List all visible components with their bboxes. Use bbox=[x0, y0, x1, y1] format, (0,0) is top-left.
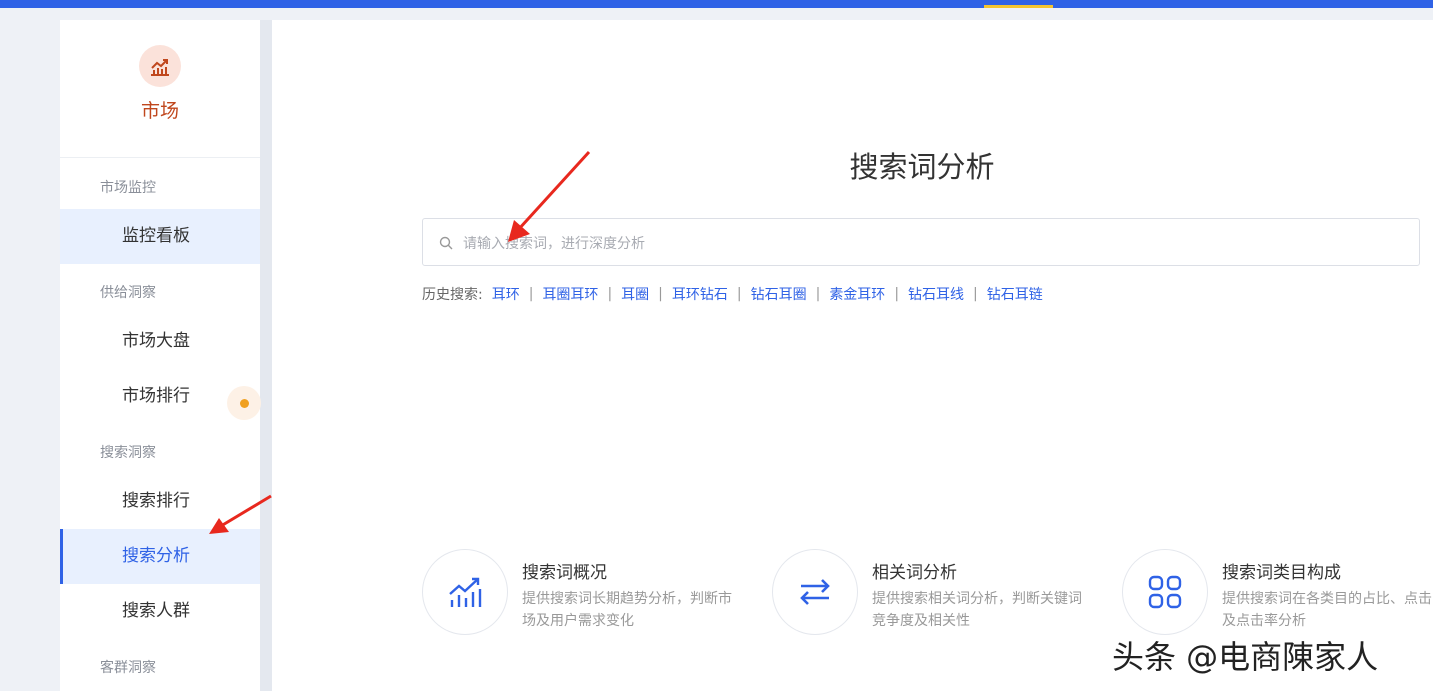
history-link[interactable]: 钻石耳链 bbox=[987, 284, 1043, 304]
history-link[interactable]: 钻石耳线 bbox=[908, 284, 964, 304]
search-icon bbox=[439, 236, 453, 250]
search-history: 历史搜索: 耳环 | 耳圈耳环 | 耳圈 | 耳环钻石 | 钻石耳圈 | 素金耳环 | 钻石… bbox=[422, 284, 1043, 304]
sidebar-group-supply-insight: 供给洞察 bbox=[100, 285, 156, 301]
history-separator: | bbox=[658, 286, 663, 302]
feature-description: 提供搜索词在各类目的占比、点击及点击率分析 bbox=[1222, 591, 1432, 629]
feature-icon-circle bbox=[1122, 549, 1208, 635]
feature-title: 搜索词概况 bbox=[522, 563, 607, 583]
history-separator: | bbox=[815, 286, 821, 302]
annotation-arrow-icon bbox=[508, 150, 591, 242]
trend-chart-icon bbox=[449, 577, 482, 607]
sidebar-item-label: 搜索分析 bbox=[122, 546, 190, 566]
history-link[interactable]: 耳圈耳环 bbox=[542, 284, 598, 304]
history-link[interactable]: 耳圈 bbox=[621, 284, 649, 304]
feature-description: 提供搜索相关词分析，判断关键词竞争度及相关性 bbox=[872, 591, 1082, 629]
market-chart-icon bbox=[151, 59, 169, 76]
market-module-icon bbox=[139, 45, 181, 87]
grid-icon bbox=[1148, 575, 1182, 609]
sidebar: 市场 市场监控 监控看板 供给洞察 市场大盘 市场排行 搜索洞察 搜索排行 搜索… bbox=[60, 20, 260, 691]
page-title: 搜索词分析 bbox=[849, 150, 995, 184]
history-link[interactable]: 耳环钻石 bbox=[672, 284, 728, 304]
sidebar-item-market-overview[interactable]: 市场大盘 bbox=[60, 314, 260, 369]
feature-related-words[interactable]: 相关词分析 提供搜索相关词分析，判断关键词竞争度及相关性 bbox=[772, 549, 1112, 639]
feature-title: 搜索词类目构成 bbox=[1222, 563, 1341, 583]
history-separator: | bbox=[736, 286, 742, 302]
sidebar-group-market-monitor: 市场监控 bbox=[100, 180, 156, 196]
sidebar-item-label: 搜索人群 bbox=[122, 601, 190, 621]
history-separator: | bbox=[894, 286, 900, 302]
feature-description: 提供搜索词长期趋势分析，判断市场及用户需求变化 bbox=[522, 591, 732, 629]
sidebar-item-monitor-board[interactable]: 监控看板 bbox=[60, 209, 260, 264]
annotation-arrow-icon bbox=[209, 494, 272, 534]
sidebar-group-search-insight: 搜索洞察 bbox=[100, 445, 156, 461]
sidebar-item-label: 监控看板 bbox=[122, 226, 190, 246]
history-link[interactable]: 素金耳环 bbox=[829, 284, 885, 304]
feature-icon-circle bbox=[772, 549, 858, 635]
sidebar-group-customer-insight: 客群洞察 bbox=[100, 660, 156, 676]
feature-keyword-overview[interactable]: 搜索词概况 提供搜索词长期趋势分析，判断市场及用户需求变化 bbox=[422, 549, 762, 639]
feature-icon-circle bbox=[422, 549, 508, 635]
feature-category-composition[interactable]: 搜索词类目构成 提供搜索词在各类目的占比、点击及点击率分析 bbox=[1122, 549, 1433, 639]
history-separator: | bbox=[973, 286, 978, 302]
notification-dot-icon bbox=[240, 399, 249, 408]
history-separator: | bbox=[528, 286, 534, 302]
history-link[interactable]: 耳环 bbox=[492, 284, 520, 304]
sidebar-divider bbox=[60, 157, 260, 158]
feature-title: 相关词分析 bbox=[872, 563, 957, 583]
top-nav-bar bbox=[0, 0, 1433, 8]
sidebar-item-search-crowd[interactable]: 搜索人群 bbox=[60, 584, 260, 639]
watermark: 头条 @电商陳家人 bbox=[1112, 638, 1379, 676]
swap-arrows-icon bbox=[800, 579, 830, 605]
module-title: 市场 bbox=[140, 100, 179, 122]
history-link[interactable]: 钻石耳圈 bbox=[751, 284, 807, 304]
sidebar-item-label: 搜索排行 bbox=[122, 491, 190, 511]
sidebar-item-label: 市场大盘 bbox=[122, 331, 190, 351]
top-nav-active-indicator bbox=[984, 5, 1053, 8]
sidebar-item-label: 市场排行 bbox=[122, 386, 190, 406]
sidebar-shadow bbox=[260, 20, 272, 691]
history-separator: | bbox=[607, 286, 613, 302]
history-label: 历史搜索: bbox=[422, 287, 483, 303]
